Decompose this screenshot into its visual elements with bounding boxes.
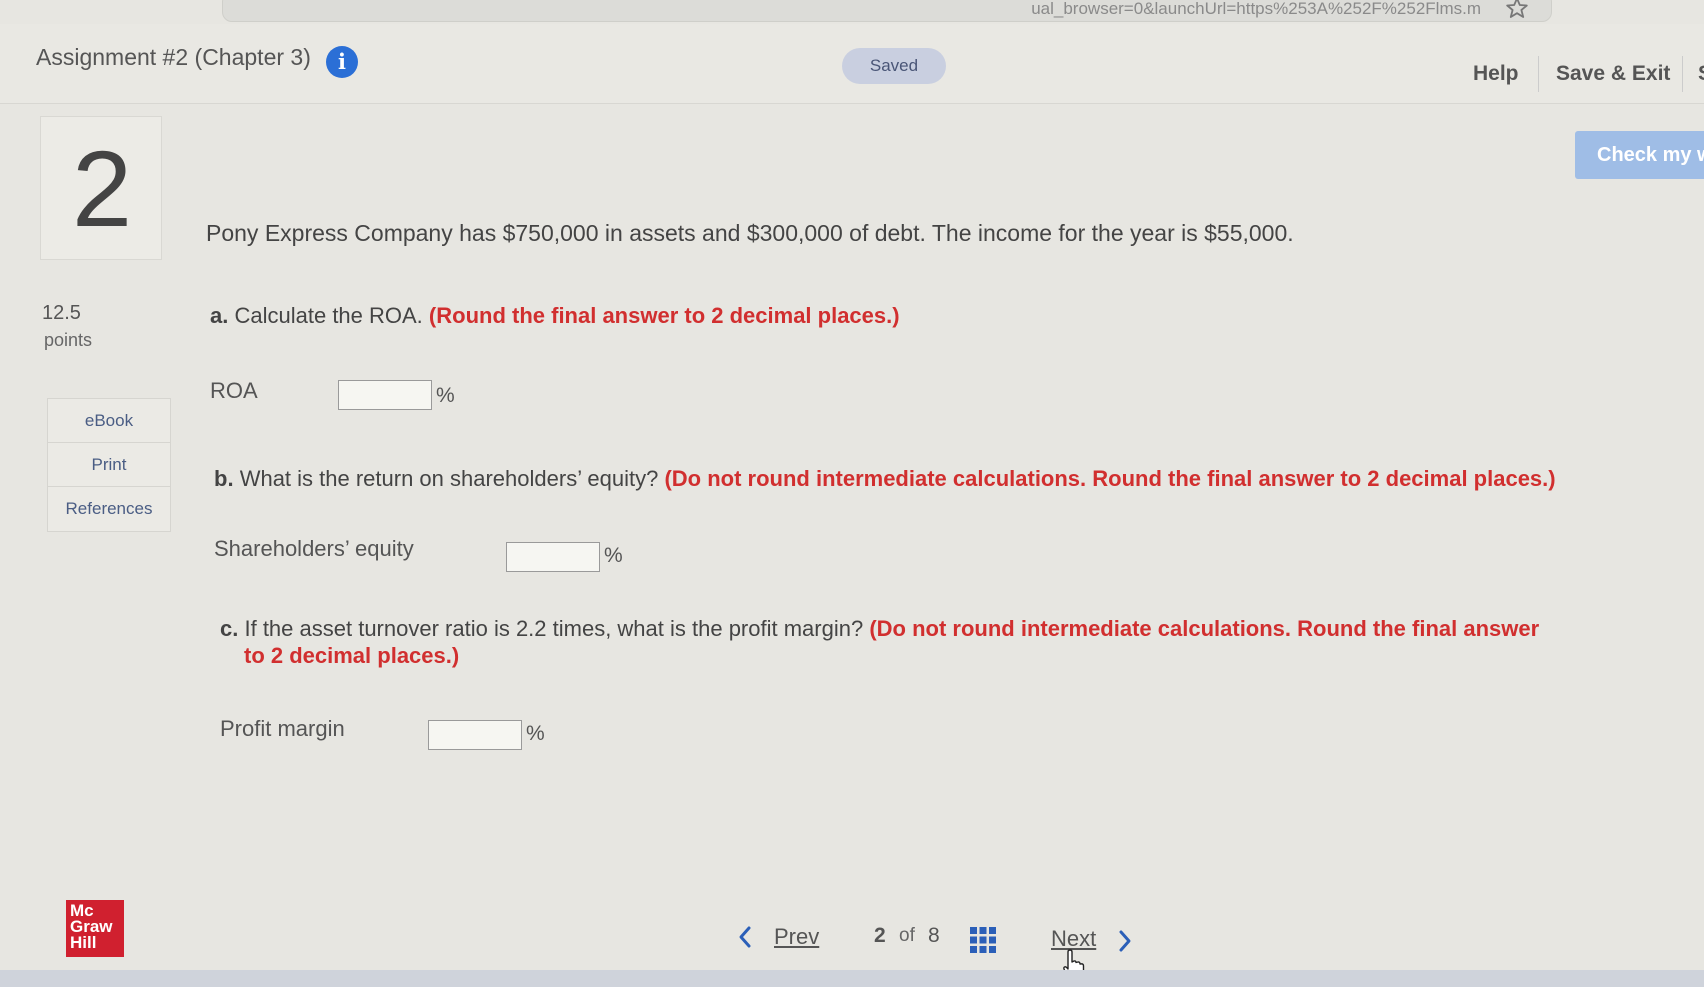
assignment-header: Assignment #2 (Chapter 3) i Saved Help S… xyxy=(0,24,1704,104)
part-b-letter: b. xyxy=(214,466,234,491)
current-page-number: 2 xyxy=(874,924,886,947)
part-a-prompt: a. Calculate the ROA. (Round the final a… xyxy=(210,303,900,329)
part-c-prompt: c. If the asset turnover ratio is 2.2 ti… xyxy=(220,616,1539,642)
part-a-letter: a. xyxy=(210,303,229,328)
part-a-text: Calculate the ROA. xyxy=(234,303,423,328)
question-number-box: 2 xyxy=(40,116,162,260)
submit-button[interactable]: S xyxy=(1698,62,1704,86)
check-my-work-button[interactable]: Check my w xyxy=(1575,131,1704,179)
roa-percent-unit: % xyxy=(436,384,455,407)
profit-margin-percent-unit: % xyxy=(526,722,545,745)
part-c-instruction: (Do not round intermediate calculations.… xyxy=(869,616,1540,641)
part-c-text: If the asset turnover ratio is 2.2 times… xyxy=(244,616,864,641)
prev-button[interactable]: Prev xyxy=(774,924,819,950)
logo-line-hill: Hill xyxy=(70,933,97,952)
profit-margin-input[interactable] xyxy=(428,720,522,750)
part-c-letter: c. xyxy=(220,616,239,641)
roa-label: ROA xyxy=(210,378,258,403)
part-a-instruction: (Round the final answer to 2 decimal pla… xyxy=(428,303,900,328)
saved-status-badge: Saved xyxy=(842,48,946,84)
taskbar-strip xyxy=(0,970,1704,987)
shareholders-equity-label: Shareholders’ equity xyxy=(214,536,414,561)
part-b-text: What is the return on shareholders’ equi… xyxy=(239,466,659,491)
browser-url-bar[interactable]: ual_browser=0&launchUrl=https%253A%252F%… xyxy=(222,0,1552,22)
points-label: points xyxy=(44,330,93,350)
chevron-right-icon[interactable] xyxy=(1116,928,1134,954)
shareholders-equity-percent-unit: % xyxy=(604,544,623,567)
save-exit-button[interactable]: Save & Exit xyxy=(1556,62,1670,86)
profit-margin-label: Profit margin xyxy=(220,716,345,741)
resource-links: eBook Print References xyxy=(47,398,171,532)
header-divider xyxy=(1538,56,1539,92)
references-link[interactable]: References xyxy=(48,487,170,531)
info-icon[interactable]: i xyxy=(326,46,358,78)
part-c-prompt-continued: to 2 decimal places.) xyxy=(244,643,459,669)
help-button[interactable]: Help xyxy=(1473,62,1519,86)
star-icon[interactable] xyxy=(1505,0,1529,19)
grid-icon[interactable] xyxy=(969,926,997,954)
chevron-left-icon[interactable] xyxy=(736,924,754,950)
total-pages: 8 xyxy=(928,924,940,947)
question-stem: Pony Express Company has $750,000 in ass… xyxy=(206,220,1294,246)
assignment-title: Assignment #2 (Chapter 3) xyxy=(36,44,311,70)
roa-input[interactable] xyxy=(338,380,432,410)
ebook-link[interactable]: eBook xyxy=(48,399,170,443)
shareholders-equity-input[interactable] xyxy=(506,542,600,572)
part-c-instruction-continued: to 2 decimal places.) xyxy=(244,643,460,668)
header-divider xyxy=(1682,56,1683,92)
part-b-prompt: b. What is the return on shareholders’ e… xyxy=(214,466,1556,492)
url-text: ual_browser=0&launchUrl=https%253A%252F%… xyxy=(1031,0,1481,18)
page-of-label: of xyxy=(899,925,915,946)
points-value: 12.5 xyxy=(42,302,81,324)
print-link[interactable]: Print xyxy=(48,443,170,487)
question-number: 2 xyxy=(71,128,133,249)
mcgraw-hill-logo: Mc Graw Hill xyxy=(66,900,124,957)
part-b-instruction: (Do not round intermediate calculations.… xyxy=(664,466,1556,491)
page: ual_browser=0&launchUrl=https%253A%252F%… xyxy=(0,0,1704,987)
